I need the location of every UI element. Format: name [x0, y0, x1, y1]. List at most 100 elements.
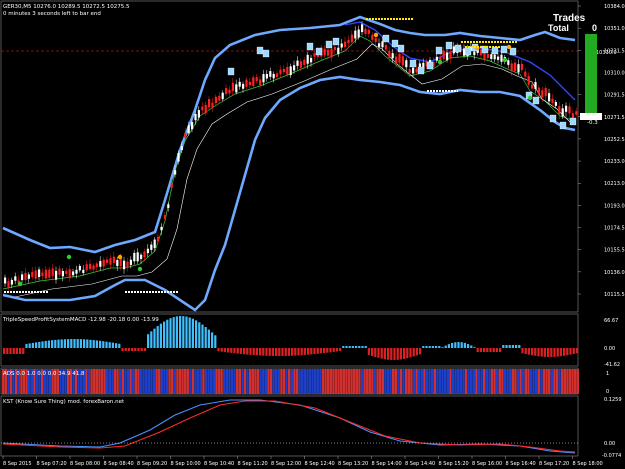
ads-stripe: [210, 369, 213, 394]
time-tick-label: 8 Sep 08:00: [70, 461, 100, 467]
macd-bar: [201, 324, 204, 348]
time-tick-label: 8 Sep 14:00: [372, 461, 402, 467]
kst-axis-top: 0.1259: [604, 397, 622, 403]
time-tick-label: 8 Sep 07:20: [37, 461, 67, 467]
signal-box: [454, 44, 462, 53]
time-tick-label: 8 Sep 10:00: [171, 461, 201, 467]
macd-bar: [99, 340, 102, 348]
macd-bar: [495, 348, 498, 352]
ads-stripe: [314, 369, 317, 394]
kst-red-line: [2, 400, 576, 453]
candle-body: [7, 281, 10, 288]
candle-body: [534, 82, 537, 89]
macd-bar: [543, 348, 546, 357]
macd-bar: [300, 348, 303, 356]
macd-bar: [41, 341, 44, 348]
ads-stripe: [85, 369, 88, 394]
ads-stripe: [249, 369, 252, 394]
symbol-info-text: GER30,M5 10276.0 10289.5 10272.5 10275.5: [3, 4, 130, 10]
ads-stripe: [256, 369, 260, 394]
signal-dot: [137, 266, 143, 272]
ads-stripe: [295, 369, 299, 394]
ads-stripe: [397, 369, 400, 394]
ads-stripe: [220, 369, 223, 394]
ads-stripe: [324, 369, 327, 394]
macd-bar: [188, 317, 191, 348]
macd-bar: [134, 348, 137, 351]
macd-bar: [159, 323, 162, 348]
ads-stripe: [480, 369, 483, 394]
candle-body: [452, 46, 455, 54]
candle-body: [565, 105, 568, 112]
ads-stripe: [368, 369, 371, 394]
signal-box: [332, 37, 340, 46]
time-axis[interactable]: 8 Sep 2015 8 Sep 07:20 8 Sep 08:00 8 Sep 08…: [2, 456, 603, 467]
macd-bar: [342, 346, 345, 348]
macd-bar: [153, 328, 156, 348]
macd-bar: [195, 320, 198, 348]
macd-bar: [182, 316, 185, 348]
signal-dot: [117, 254, 123, 260]
candle-body: [204, 104, 207, 114]
macd-bar: [275, 348, 278, 356]
price-tick-label: 10174.5: [604, 226, 625, 232]
ads-stripe: [516, 369, 520, 394]
mt4-chart-window[interactable]: 10310.0 GER30,M5 10276.0 10289.5 10272.5…: [0, 0, 625, 469]
ads-stripe: [574, 369, 577, 394]
kst-label: KST (Know Sure Thing) mod. forexBaron.ne…: [3, 399, 125, 405]
macd-bar: [531, 348, 534, 356]
ads-stripe: [350, 369, 353, 394]
ads-stripe: [366, 369, 369, 394]
candle-body: [99, 261, 102, 267]
macd-bar: [367, 348, 370, 355]
ads-stripe: [493, 369, 496, 394]
macd-bar: [483, 348, 486, 352]
candle-body: [55, 270, 58, 280]
macd-bar: [505, 345, 508, 348]
macd-bar: [380, 348, 383, 359]
macd-bar: [303, 348, 306, 355]
time-tick-label: 8 Sep 15:20: [439, 461, 469, 467]
ads-stripe: [290, 369, 293, 394]
candle-body: [211, 102, 214, 108]
macd-bar: [569, 348, 572, 355]
macd-bar: [175, 316, 178, 348]
ads-stripe: [197, 369, 200, 394]
candle-body: [340, 43, 343, 48]
kst-axis-zero: 0.00: [604, 441, 615, 447]
ads-stripe: [537, 369, 540, 394]
candle-body: [184, 132, 187, 138]
candle-body: [303, 59, 306, 66]
candle-body: [265, 73, 268, 79]
macd-bar: [217, 348, 220, 352]
candle-body: [344, 41, 347, 47]
time-tick-label: 8 Sep 10:40: [204, 461, 234, 467]
ads-stripe: [285, 369, 288, 394]
price-tick-label: 10384.0: [604, 4, 625, 10]
macd-label: TripleSpeedProfitSystemMACD -12.98 -20.1…: [2, 317, 159, 323]
candle-body: [245, 79, 248, 87]
ads-stripe: [236, 369, 239, 394]
ads-stripe: [488, 369, 491, 394]
candle-body: [133, 252, 136, 262]
candle-body: [160, 226, 163, 231]
ads-stripe: [230, 369, 234, 394]
macd-bar: [566, 348, 569, 356]
candle-body: [520, 63, 523, 71]
signal-dot: [506, 44, 512, 50]
candle-body: [517, 64, 520, 73]
ads-stripe: [358, 369, 361, 394]
candle-body: [157, 236, 160, 242]
candle-body: [51, 268, 54, 276]
ads-stripe: [121, 369, 124, 394]
ads-stripe: [384, 369, 387, 394]
candle-body: [486, 54, 489, 58]
ads-stripe: [241, 369, 244, 394]
candle-body: [507, 60, 510, 65]
ads-stripe: [100, 369, 104, 394]
macd-bar: [390, 348, 393, 360]
candle-body: [252, 77, 255, 86]
candle-body: [72, 271, 75, 276]
macd-bar: [38, 341, 41, 348]
candle-body: [327, 49, 330, 56]
